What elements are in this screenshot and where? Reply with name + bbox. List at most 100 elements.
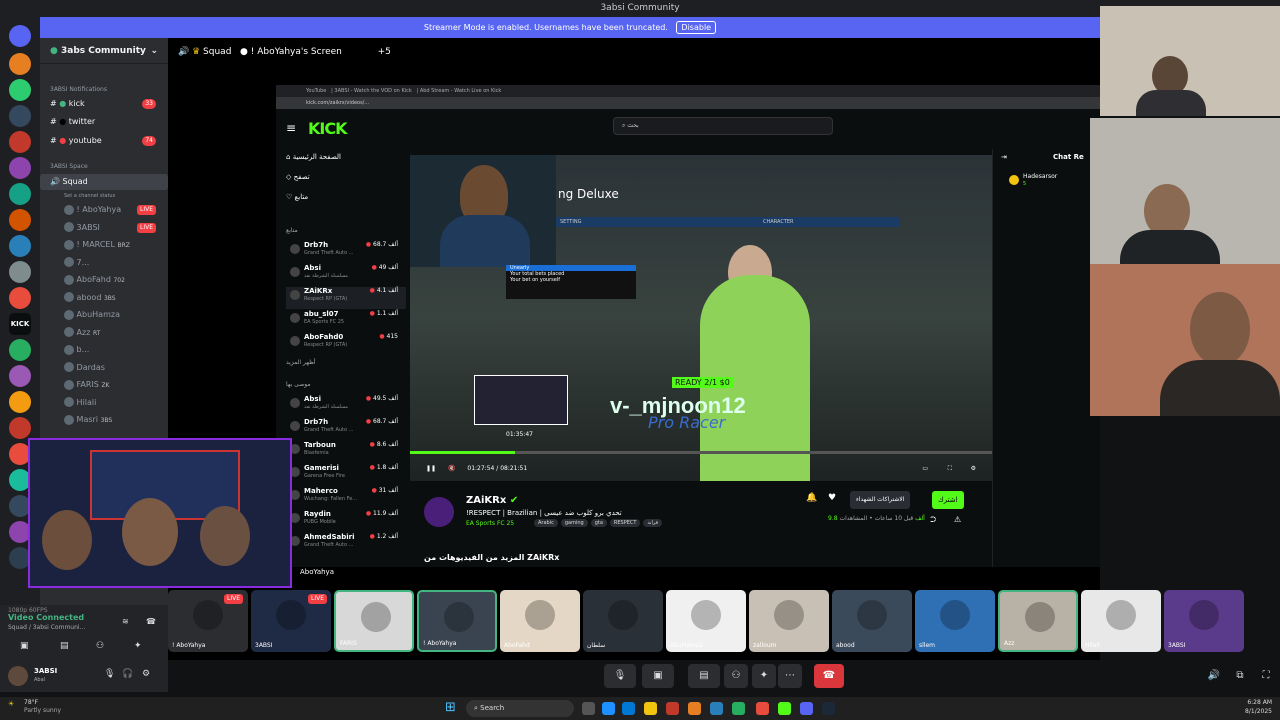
voice-member[interactable]: 7... [40,255,168,271]
taskbar-search[interactable]: ⌕ Search [466,700,574,717]
kick-channel-item[interactable]: AboFahd0 Respect RP (GTA) ● 415 [286,333,406,355]
address-bar[interactable]: kick.com/zaikrx/videos/... [276,97,1100,109]
soundboard-button[interactable]: ✦ [752,664,776,688]
activity-button[interactable]: ⚇ [724,664,748,688]
app-icon[interactable] [666,702,679,715]
kick-channel-item[interactable]: Gamerisi Garena Free Fire ● 1.8 ألف [286,464,406,486]
chevron-down-icon[interactable]: ⌄ [150,38,158,64]
participant-tile[interactable]: zalloum [749,590,829,652]
category-label[interactable]: 3ABSI Space [40,159,168,175]
task-view-icon[interactable] [582,702,595,715]
connection-status[interactable]: Video Connected [8,613,84,622]
nav-home[interactable]: ⌂ الصفحة الرئيسية [286,153,341,161]
browser-tab[interactable]: YouTube [306,88,326,94]
fullscreen-icon[interactable]: ⛶ [948,461,952,477]
kick-channel-item[interactable]: Tarboun Blasfemia ● 8.6 ألف [286,441,406,463]
stream-tag[interactable]: RESPECT [609,519,641,527]
stream-tag[interactable]: Arabic [534,519,558,527]
participant-tile[interactable]: LIVE 3ABSI [251,590,331,652]
voice-member[interactable]: Hilali [40,395,168,411]
subscribe-button[interactable]: الاشتراكات الشهداء [850,491,911,509]
bell-icon[interactable]: 🔔 [806,493,817,503]
screen-share-name[interactable]: ! AboYahya's Screen [251,47,342,57]
weather-temp[interactable]: 78°F [24,699,38,706]
report-icon[interactable]: ⚠ [954,515,961,524]
channel-name[interactable]: ZAiKRx ✔ [466,495,518,506]
server-name[interactable]: ● 3abs Community ⌄ [40,38,168,64]
disconnect-icon[interactable]: ☎ [146,617,156,626]
discord-icon[interactable] [800,702,813,715]
stream-tag[interactable]: قراند [643,519,662,527]
server-icon[interactable] [9,235,31,257]
start-icon[interactable]: ⊞ [445,700,456,715]
kick-channel-item[interactable]: ZAiKRx Respect RP (GTA) ● 4.1 ألف [286,287,406,309]
kick-channel-item[interactable]: Drb7h Grand Theft Auto ... ● 68.7 ألف [286,418,406,440]
voice-member[interactable]: ! MARCEL BRZ [40,237,168,253]
menu-icon[interactable]: ≡ [286,121,296,135]
kick-channel-item[interactable]: Absi مسلسلة الشرطة نفذ ● 49.5 ألف [286,395,406,417]
kick-server-icon[interactable]: KICK [9,313,31,335]
microphone-icon[interactable]: 🎙 [104,669,115,679]
avatar[interactable] [424,497,454,527]
server-icon[interactable] [9,365,31,387]
chrome-icon[interactable] [756,702,769,715]
fullscreen-button[interactable]: ⛶ [1254,664,1278,688]
voice-member[interactable]: Azz RT [40,325,168,341]
server-icon[interactable] [9,79,31,101]
stream-tag[interactable]: gaming [560,519,588,527]
more-button[interactable]: ⋯ [778,664,802,688]
steam-icon[interactable] [822,702,835,715]
activity-icon[interactable]: ⚇ [96,641,104,651]
server-icon[interactable] [9,287,31,309]
server-icon[interactable] [9,53,31,75]
kick-channel-item[interactable]: abu_sl07 EA Sports FC 25 ● 1.1 ألف [286,310,406,332]
voice-channel-name[interactable]: Squad [203,47,231,57]
voice-member[interactable]: 3ABSI LIVE [40,220,168,236]
voice-member[interactable]: abood 3BS [40,290,168,306]
server-icon[interactable] [9,339,31,361]
show-more[interactable]: أظهر المزيد [286,359,316,366]
share-icon[interactable]: ⮊ [930,515,936,525]
channel-kick[interactable]: # ● kick 33 [40,96,168,112]
shared-screen[interactable]: YouTube | 3ABSI - Watch the VOD on Kick … [276,85,1100,567]
voice-member[interactable]: AboFahd 702 [40,272,168,288]
participant-tile[interactable]: sllem [915,590,995,652]
clock-date[interactable]: 8/1/2025 [1216,708,1272,715]
soundboard-icon[interactable]: ✦ [134,641,142,651]
participant-tile[interactable]: AbuHamza [666,590,746,652]
gear-icon[interactable]: ⚙ [142,669,150,679]
weather-icon[interactable]: ☀ [8,700,14,708]
camera-button[interactable]: ▣ [642,664,674,688]
participant-tile[interactable]: ! AboYahya [417,590,497,652]
settings-icon[interactable]: ⚙ [971,461,976,477]
nav-following[interactable]: ♡ متابع [286,193,308,201]
participant-tile[interactable]: 3ABSI [1164,590,1244,652]
channel-youtube[interactable]: # ● youtube 74 [40,133,168,149]
server-icon[interactable] [9,391,31,413]
voice-member[interactable]: ! AboYahya LIVE [40,202,168,218]
server-icon[interactable] [9,157,31,179]
stream-tag[interactable]: gta [590,519,607,527]
participant-tile[interactable]: Hilali [1081,590,1161,652]
server-icon[interactable] [9,417,31,439]
kick-channel-item[interactable]: Mahercо Wuchang: Fallen Fe... ● 31 ألف [286,487,406,509]
participant-tile[interactable]: سلطان [583,590,663,652]
server-icon[interactable] [9,183,31,205]
collapse-chat-icon[interactable]: ⇥ [1001,153,1007,161]
participant-tile[interactable]: abood [832,590,912,652]
participant-tile[interactable]: FARIS [334,590,414,652]
username[interactable]: 3ABSI [34,667,57,675]
pause-icon[interactable]: ❚❚ [426,465,436,472]
app-icon[interactable] [778,702,791,715]
voice-member[interactable]: Dardas [40,360,168,376]
screen-share-button[interactable]: ▤ [688,664,720,688]
channel-twitter[interactable]: # ● twitter [40,114,168,130]
kick-channel-item[interactable]: Raydin PUBG Mobile ● 11.9 ألف [286,510,406,532]
participant-tile[interactable]: Azz [998,590,1078,652]
headphones-icon[interactable]: 🎧 [122,669,133,679]
app-icon[interactable] [732,702,745,715]
camera-icon[interactable]: ▣ [20,641,29,651]
avatar[interactable] [8,666,28,686]
voice-member[interactable]: FARIS ZK [40,377,168,393]
mute-icon[interactable]: 🔇 [448,465,455,472]
